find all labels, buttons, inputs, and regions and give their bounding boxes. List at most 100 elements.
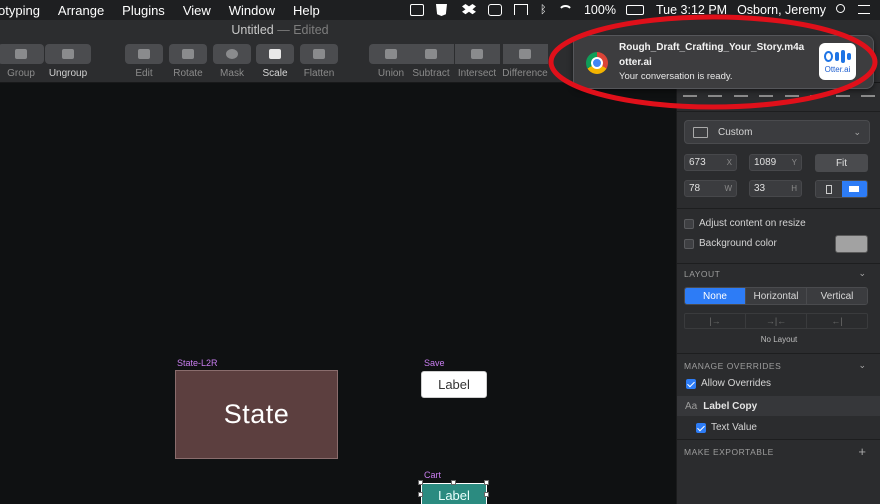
state-text: State (223, 399, 290, 429)
artboard-save[interactable]: Label (421, 371, 487, 398)
height-field[interactable]: 33 H (749, 180, 802, 197)
intersect-button[interactable]: Intersect (452, 44, 502, 79)
flatten-button[interactable]: Flatten (294, 44, 344, 79)
menu-list-icon[interactable] (858, 4, 870, 16)
group-button[interactable]: Group (0, 44, 46, 79)
background-color-swatch[interactable] (835, 235, 868, 253)
background-color-checkbox[interactable] (684, 238, 694, 249)
align-center-layout-icon: →|← (746, 314, 807, 328)
text-value-row[interactable]: Text Value (696, 422, 757, 433)
adjust-content-checkbox[interactable] (684, 218, 694, 229)
inspector-panel: Custom ⌄ 673 X 1089 Y Fit 78 W 33 H Adju… (676, 83, 880, 504)
notification-banner[interactable]: Rough_Draft_Crafting_Your_Story.m4a otte… (573, 35, 874, 89)
width-value: 78 (689, 183, 701, 194)
text-layer-icon: Aa (685, 400, 698, 412)
align-top-icon[interactable] (784, 88, 799, 97)
y-unit: Y (791, 158, 797, 167)
resize-handle-tl[interactable] (418, 480, 423, 485)
html5-icon[interactable] (435, 4, 452, 16)
bluetooth-icon[interactable]: ᛒ (540, 4, 548, 16)
distribute-vertical-icon[interactable] (835, 88, 850, 97)
landscape-button[interactable] (841, 181, 867, 197)
edit-label: Edit (135, 68, 153, 79)
orientation-toggle (815, 180, 868, 198)
artboard-state[interactable]: State (175, 370, 338, 459)
search-icon[interactable] (836, 4, 848, 16)
layout-collapse-icon[interactable]: ⌄ (858, 268, 866, 279)
menu-plugins[interactable]: Plugins (113, 3, 174, 18)
preset-value: Custom (718, 126, 753, 138)
override-layer-name: Label Copy (703, 400, 758, 412)
divider (677, 353, 880, 354)
overrides-collapse-icon[interactable]: ⌄ (858, 360, 866, 371)
adjust-content-row[interactable]: Adjust content on resize (684, 218, 806, 229)
ungroup-label: Ungroup (48, 68, 88, 79)
resize-handle-tc[interactable] (451, 480, 456, 485)
scale-button[interactable]: Scale (250, 44, 300, 79)
artboard-name-state[interactable]: State-L2R (177, 358, 218, 368)
dropbox-icon[interactable] (461, 4, 478, 16)
difference-button[interactable]: Difference (500, 44, 550, 79)
menu-arrange[interactable]: Arrange (49, 3, 113, 18)
otter-dots (824, 49, 851, 63)
intersect-icon (471, 49, 483, 59)
menu-prototyping[interactable]: otyping (0, 3, 49, 18)
notification-body: Your conversation is ready. (619, 71, 733, 82)
height-unit: H (791, 184, 797, 193)
text-value-checkbox[interactable] (696, 422, 706, 433)
user-name[interactable]: Osborn, Jeremy (737, 3, 826, 17)
otter-logo-icon: Otter.ai (819, 43, 856, 80)
menu-help[interactable]: Help (284, 3, 329, 18)
canvas[interactable]: State-L2R State Save Label Cart Label (0, 83, 676, 504)
edit-button[interactable]: Edit (119, 44, 169, 79)
x-field[interactable]: 673 X (684, 154, 737, 171)
artboard-name-save[interactable]: Save (424, 358, 445, 368)
portrait-button[interactable] (816, 181, 842, 197)
distribute-horizontal-icon[interactable] (733, 88, 748, 97)
align-left-icon[interactable] (683, 88, 697, 97)
y-value: 1089 (754, 157, 777, 168)
align-right-layout-icon: ←| (831, 316, 843, 326)
layout-option-horizontal[interactable]: Horizontal (746, 288, 807, 304)
sync-icon[interactable] (487, 4, 504, 16)
allow-overrides-checkbox[interactable] (686, 378, 696, 389)
artboard-cart-selected[interactable]: Label (421, 483, 487, 504)
background-color-row[interactable]: Background color (684, 238, 777, 249)
layout-option-vertical[interactable]: Vertical (807, 288, 867, 304)
subtract-button[interactable]: Subtract (406, 44, 456, 79)
camera-icon[interactable] (409, 4, 426, 16)
layout-section-header: LAYOUT (684, 269, 721, 279)
resize-handle-mr[interactable] (484, 492, 489, 497)
ungroup-button[interactable]: Ungroup (43, 44, 93, 79)
rotate-button[interactable]: Rotate (163, 44, 213, 79)
status-area: ᛒ 100% Tue 3:12 PM Osborn, Jeremy (409, 0, 880, 20)
wifi-icon[interactable] (557, 4, 574, 16)
allow-overrides-row[interactable]: Allow Overrides (686, 378, 771, 389)
monitor-icon (693, 126, 708, 138)
layout-option-none[interactable]: None (685, 288, 746, 304)
cart-label-text: Label (438, 488, 470, 503)
allow-overrides-label: Allow Overrides (701, 378, 772, 389)
width-field[interactable]: 78 W (684, 180, 737, 197)
y-field[interactable]: 1089 Y (749, 154, 802, 171)
scale-label: Scale (262, 68, 288, 79)
align-bottom-icon[interactable] (860, 88, 875, 97)
artboard-name-cart[interactable]: Cart (424, 470, 441, 480)
align-center-icon[interactable] (708, 88, 723, 97)
resize-handle-tr[interactable] (484, 480, 489, 485)
resize-handle-ml[interactable] (418, 492, 423, 497)
fit-button[interactable]: Fit (815, 154, 868, 172)
align-middle-icon[interactable] (810, 88, 825, 97)
align-right-icon[interactable] (759, 88, 774, 97)
rotate-icon (182, 49, 194, 59)
battery-icon[interactable] (625, 4, 646, 16)
override-layer-row[interactable]: Aa Label Copy (677, 396, 880, 416)
add-export-icon[interactable]: + (858, 444, 866, 459)
edit-icon (138, 49, 150, 59)
artboard-preset-select[interactable]: Custom ⌄ (684, 120, 870, 144)
menu-view[interactable]: View (174, 3, 220, 18)
menu-window[interactable]: Window (220, 3, 284, 18)
subtract-icon (425, 49, 437, 59)
clock[interactable]: Tue 3:12 PM (656, 3, 727, 17)
airplay-icon[interactable] (513, 4, 530, 16)
